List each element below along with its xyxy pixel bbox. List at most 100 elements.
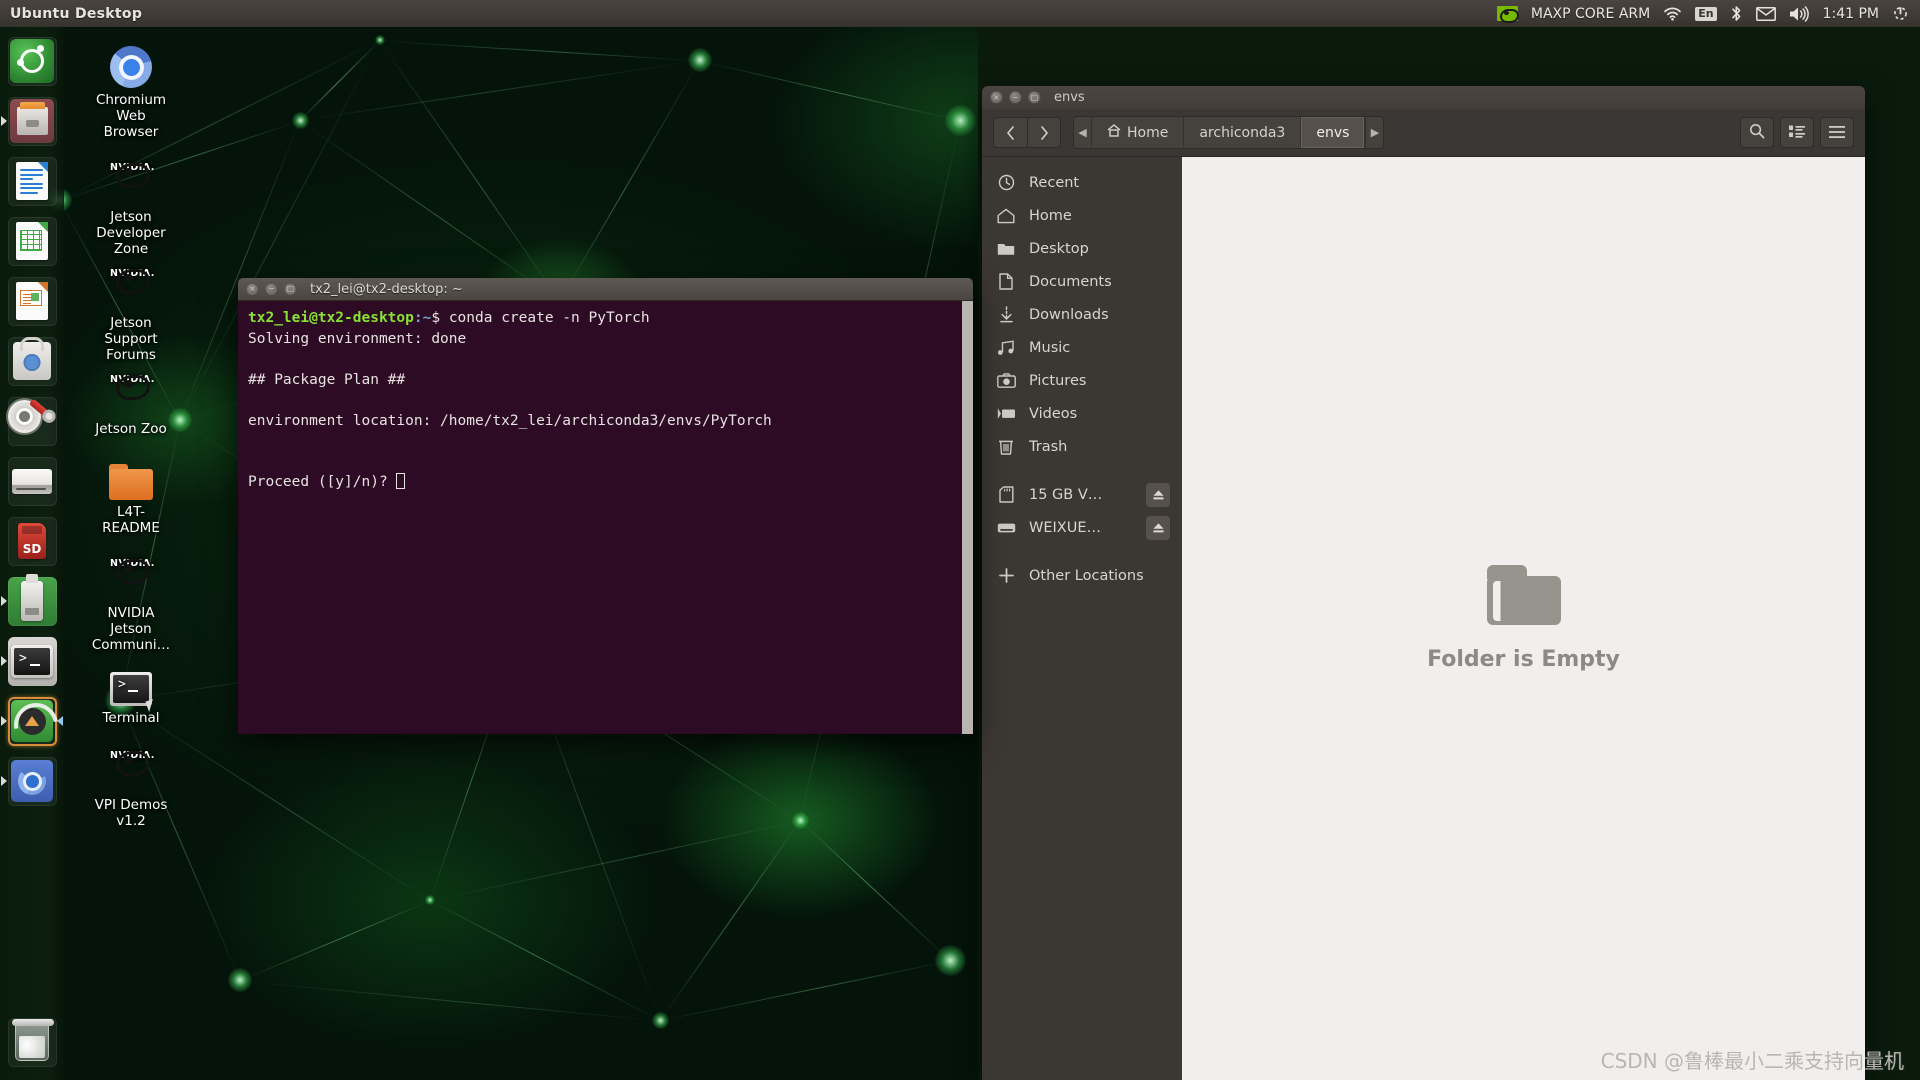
trash-bin-icon <box>15 1023 49 1061</box>
crumb-right-arrow-icon[interactable]: ▶ <box>1365 117 1383 148</box>
clock[interactable]: 1:41 PM <box>1823 6 1879 22</box>
menu-button[interactable] <box>1820 117 1854 148</box>
launcher-item-trash[interactable] <box>0 1012 64 1072</box>
sidebar-item-music[interactable]: Music <box>982 331 1182 364</box>
bluetooth-icon[interactable] <box>1730 0 1743 27</box>
launcher-item-software-updater[interactable] <box>0 691 64 751</box>
launcher-item-files[interactable] <box>0 91 64 151</box>
sidebar-item-weixue-volume[interactable]: WEIXUE… <box>982 511 1182 544</box>
eject-button[interactable] <box>1146 483 1170 507</box>
desktop-icon-chromium[interactable]: ChromiumWebBrowser <box>85 40 177 140</box>
files-content-area[interactable]: Folder is Empty <box>1182 157 1865 1080</box>
launcher-item-system-settings[interactable] <box>0 391 64 451</box>
desktop-icon-label: Jetson Zoo <box>85 421 177 437</box>
launcher-item-disk-drive[interactable] <box>0 451 64 511</box>
back-button[interactable] <box>993 117 1027 148</box>
sidebar-item-recent[interactable]: Recent <box>982 166 1182 199</box>
mail-icon[interactable] <box>1756 0 1776 27</box>
wallpaper-strand <box>430 900 661 1021</box>
nvidia-logo-icon: NVIDIA. <box>110 264 152 306</box>
desktop-icon-label: VPI Demosv1.2 <box>85 797 177 829</box>
files-titlebar[interactable]: × − □ envs <box>982 86 1865 109</box>
shopping-bag-icon <box>13 342 51 380</box>
updater-refresh-icon <box>11 700 53 742</box>
search-button[interactable] <box>1740 117 1774 148</box>
launcher-item-libreoffice-writer[interactable] <box>0 151 64 211</box>
sidebar-item-15gb-volume[interactable]: 15 GB V… <box>982 478 1182 511</box>
document-icon <box>16 162 48 200</box>
terminal-title: tx2_lei@tx2-desktop: ~ <box>310 282 463 297</box>
files-window[interactable]: × − □ envs ◀ Home <box>982 86 1865 1080</box>
sidebar-item-label: Downloads <box>1029 307 1109 323</box>
wallpaper-strand <box>430 820 800 901</box>
view-toggle-button[interactable] <box>1780 117 1814 148</box>
launcher-item-libreoffice-impress[interactable] <box>0 271 64 331</box>
wallpaper-strand <box>379 40 560 301</box>
crumb-left-arrow-icon[interactable]: ◀ <box>1074 117 1092 148</box>
sidebar-item-label: Pictures <box>1029 373 1086 389</box>
plus-icon <box>996 567 1016 584</box>
launcher-item-libreoffice-calc[interactable] <box>0 211 64 271</box>
desktop-icon-l4t-readme[interactable]: L4T-README <box>85 452 177 536</box>
forward-button[interactable] <box>1027 117 1061 148</box>
wallpaper-strand <box>800 820 951 961</box>
breadcrumb-home[interactable]: Home <box>1092 117 1184 148</box>
desktop-icon-jetson-developer-zone[interactable]: NVIDIA. JetsonDeveloperZone <box>85 152 177 257</box>
desktop-icon-nvidia-jetson-community[interactable]: NVIDIA. NVIDIAJetsonCommuni… <box>85 548 177 653</box>
download-icon <box>996 306 1016 323</box>
nvidia-logo-icon: NVIDIA. <box>110 158 152 200</box>
usb-stick-icon <box>21 581 43 621</box>
terminal-line-command: tx2_lei@tx2-desktop:~$ conda create -n P… <box>248 308 963 329</box>
breadcrumb-envs[interactable]: envs <box>1301 117 1365 148</box>
terminal-line: Solving environment: done <box>248 329 963 350</box>
maximize-icon[interactable]: □ <box>1028 91 1041 104</box>
eject-button[interactable] <box>1146 516 1170 540</box>
desktop-icon-jetson-zoo[interactable]: NVIDIA. Jetson Zoo <box>85 364 177 437</box>
sidebar-item-downloads[interactable]: Downloads <box>982 298 1182 331</box>
launcher-item-usb-drive[interactable] <box>0 571 64 631</box>
minimize-icon[interactable]: − <box>1009 91 1022 104</box>
breadcrumb-label: envs <box>1316 125 1349 141</box>
launcher-item-terminal[interactable] <box>0 631 64 691</box>
terminal-output[interactable]: tx2_lei@tx2-desktop:~$ conda create -n P… <box>238 301 973 734</box>
desktop-icon-vpi-demos[interactable]: NVIDIA. VPI Demosv1.2 <box>85 740 177 829</box>
hard-drive-icon <box>12 469 52 494</box>
terminal-cursor <box>396 473 405 489</box>
desktop-icon-jetson-support-forums[interactable]: NVIDIA. JetsonSupportForums <box>85 258 177 363</box>
sidebar-item-home[interactable]: Home <box>982 199 1182 232</box>
launcher-item-dash-home[interactable] <box>0 31 64 91</box>
sidebar-item-other-locations[interactable]: Other Locations <box>982 559 1182 592</box>
desktop-screen: Ubuntu Desktop MAXP CORE ARM En <box>0 0 1920 1080</box>
terminal-scrollbar[interactable] <box>962 301 973 734</box>
terminal-window[interactable]: × − □ tx2_lei@tx2-desktop: ~ tx2_lei@tx2… <box>238 278 973 734</box>
terminal-titlebar[interactable]: × − □ tx2_lei@tx2-desktop: ~ <box>238 278 973 301</box>
folder-icon <box>109 464 153 500</box>
breadcrumb-archiconda3[interactable]: archiconda3 <box>1184 117 1301 148</box>
power-gear-icon[interactable] <box>1892 0 1909 27</box>
wifi-icon[interactable] <box>1663 0 1682 27</box>
breadcrumb-label: Home <box>1127 125 1168 141</box>
keyboard-layout-indicator[interactable]: En <box>1695 0 1716 27</box>
chromium-icon <box>11 760 53 802</box>
minimize-icon[interactable]: − <box>265 283 278 296</box>
terminal-prompt-path: :~ <box>414 310 431 326</box>
sidebar-item-desktop[interactable]: Desktop <box>982 232 1182 265</box>
maximize-icon[interactable]: □ <box>284 283 297 296</box>
sidebar-item-trash[interactable]: Trash <box>982 430 1182 463</box>
launcher-item-ubuntu-software[interactable] <box>0 331 64 391</box>
sidebar-item-documents[interactable]: Documents <box>982 265 1182 298</box>
panel-title[interactable]: Ubuntu Desktop <box>10 6 142 22</box>
spreadsheet-icon <box>16 222 48 260</box>
desktop-icon-terminal[interactable]: Terminal <box>85 658 177 726</box>
volume-icon[interactable] <box>1789 0 1810 27</box>
drive-icon <box>996 522 1016 534</box>
watermark: CSDN @鲁棒最小二乘支持向量机 <box>1601 1045 1904 1074</box>
sidebar-separator <box>982 463 1182 478</box>
close-icon[interactable]: × <box>246 283 259 296</box>
close-icon[interactable]: × <box>990 91 1003 104</box>
folder-icon <box>1487 565 1561 625</box>
launcher-item-sd-card[interactable]: SD <box>0 511 64 571</box>
launcher-item-chromium[interactable] <box>0 751 64 811</box>
sidebar-item-videos[interactable]: Videos <box>982 397 1182 430</box>
sidebar-item-pictures[interactable]: Pictures <box>982 364 1182 397</box>
